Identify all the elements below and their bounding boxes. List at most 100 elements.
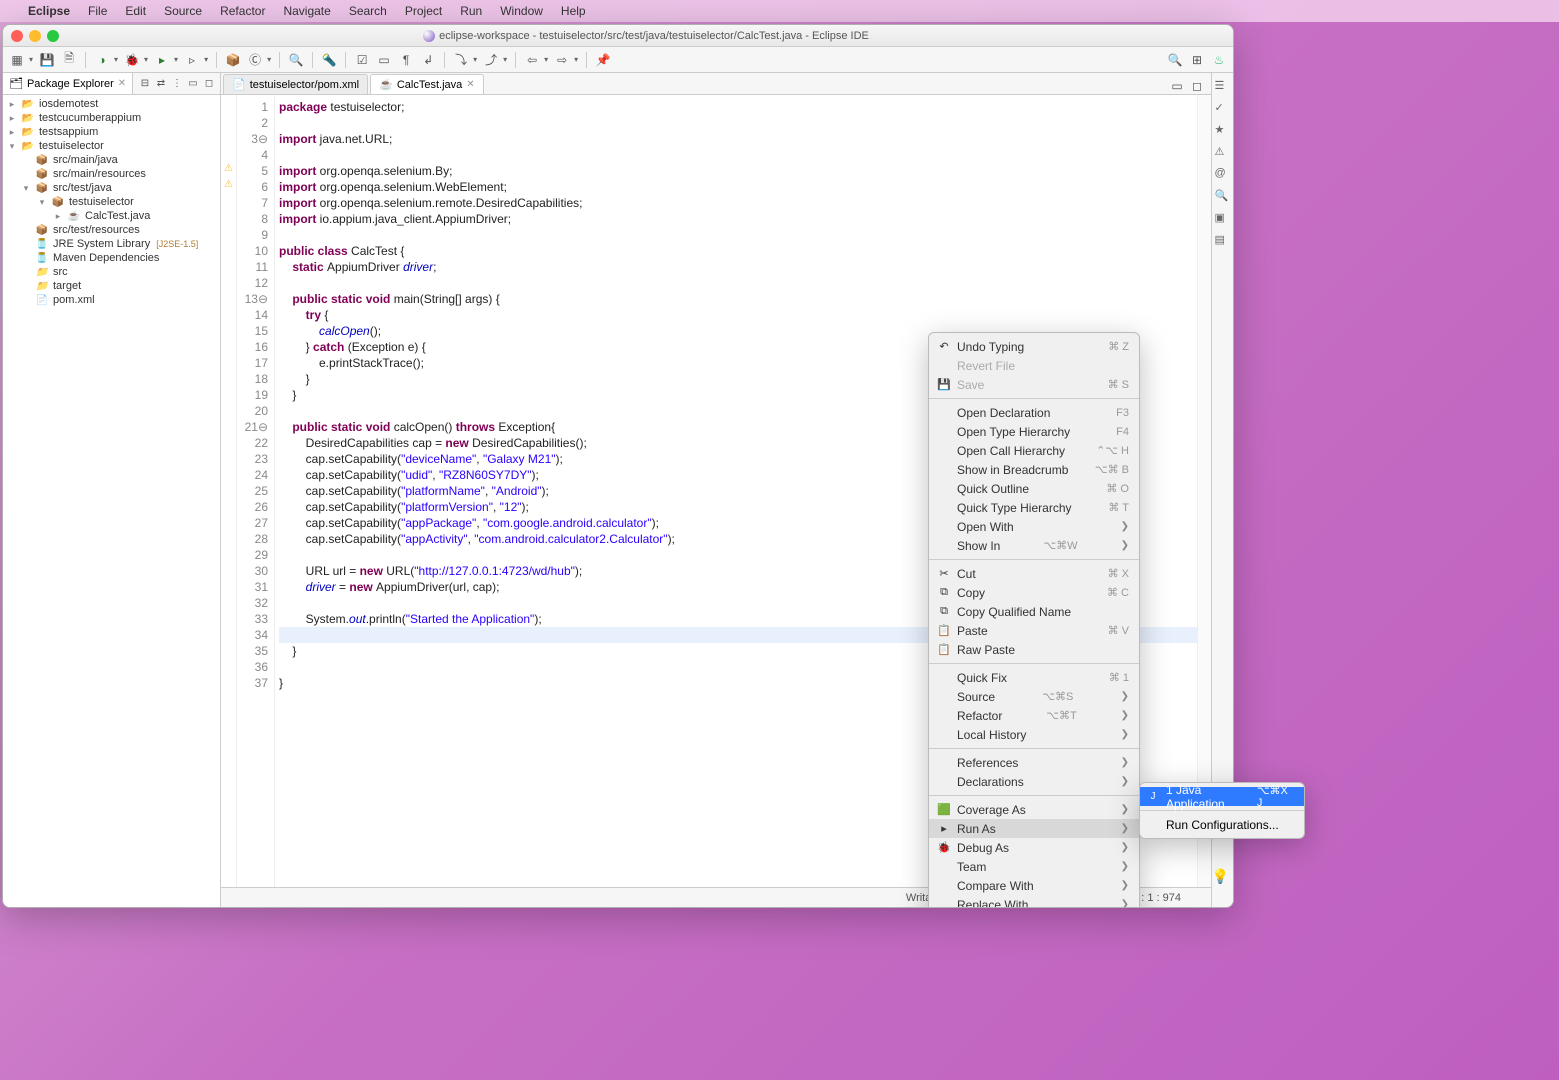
tree-item[interactable]: ▾📦testuiselector [3,195,220,209]
ctx-paste[interactable]: 📋Paste⌘ V [929,621,1139,640]
open-type-icon[interactable]: 🔍 [288,52,304,68]
ctx-source[interactable]: Source⌥⌘S ❯ [929,687,1139,706]
menu-search[interactable]: Search [349,4,387,18]
tree-item[interactable]: ▸📂testsappium [3,125,220,139]
save-all-icon[interactable]: 🗎 [61,52,77,68]
ctx-show-in[interactable]: Show In⌥⌘W ❯ [929,536,1139,555]
ctx-quick-type-hierarchy[interactable]: Quick Type Hierarchy⌘ T [929,498,1139,517]
new-icon[interactable]: ▦ [9,52,25,68]
terminal-icon[interactable]: ▤ [1215,233,1231,249]
new-class-icon[interactable]: Ⓒ [247,52,263,68]
submenu-run-configurations-[interactable]: Run Configurations... [1140,815,1304,834]
menu-run[interactable]: Run [460,4,482,18]
close-icon[interactable]: ✕ [466,79,474,90]
minimize-editor-icon[interactable]: ▭ [1169,78,1185,94]
ctx-compare-with[interactable]: Compare With❯ [929,876,1139,895]
tree-item[interactable]: 🫙Maven Dependencies [3,251,220,265]
save-icon[interactable]: 💾 [39,52,55,68]
java-perspective-icon[interactable]: ♨ [1211,52,1227,68]
declaration-icon[interactable]: 🔍 [1215,189,1231,205]
tree-item[interactable]: 📦src/main/resources [3,167,220,181]
ctx-copy-qualified-name[interactable]: ⧉Copy Qualified Name [929,602,1139,621]
ctx-declarations[interactable]: Declarations❯ [929,772,1139,791]
ctx-run-as[interactable]: ▸Run As❯ [929,819,1139,838]
debug-icon[interactable]: 🐞 [124,52,140,68]
tree-item[interactable]: 📁target [3,279,220,293]
ctx-show-in-breadcrumb[interactable]: Show in Breadcrumb⌥⌘ B [929,460,1139,479]
javadoc-icon[interactable]: @ [1215,167,1231,183]
open-perspective-icon[interactable]: ⊞ [1189,52,1205,68]
ctx-open-type-hierarchy[interactable]: Open Type HierarchyF4 [929,422,1139,441]
back-icon[interactable]: ⇦ [524,52,540,68]
ctx-debug-as[interactable]: 🐞Debug As❯ [929,838,1139,857]
pin-editor-icon[interactable]: 📌 [595,52,611,68]
minimize-window-button[interactable] [29,30,41,42]
submenu--java-application[interactable]: J1 Java Application⌥⌘X J [1140,787,1304,806]
tree-item[interactable]: 📄pom.xml [3,293,220,307]
search-icon[interactable]: 🔦 [321,52,337,68]
next-annotation-icon[interactable]: ⤵ [453,52,469,68]
console-icon[interactable]: ▣ [1215,211,1231,227]
bookmarks-icon[interactable]: ★ [1215,123,1231,139]
tree-item[interactable]: ▾📦src/test/java [3,181,220,195]
menu-source[interactable]: Source [164,4,202,18]
new-package-icon[interactable]: 📦 [225,52,241,68]
tree-item[interactable]: 🫙JRE System Library[J2SE-1.5] [3,237,220,251]
zoom-window-button[interactable] [47,30,59,42]
coverage-icon[interactable]: ◑ [94,52,110,68]
menu-refactor[interactable]: Refactor [220,4,265,18]
ctx-open-declaration[interactable]: Open DeclarationF3 [929,403,1139,422]
maximize-view-icon[interactable]: ◻ [202,77,216,91]
editor-context-menu[interactable]: ↶Undo Typing⌘ ZRevert File💾Save⌘ SOpen D… [928,332,1140,908]
quick-access-icon[interactable]: 🔍 [1167,52,1183,68]
menu-navigate[interactable]: Navigate [283,4,330,18]
tree-item[interactable]: ▾📂testuiselector [3,139,220,153]
tree-item[interactable]: ▸📂iosdemotest [3,97,220,111]
ctx-undo-typing[interactable]: ↶Undo Typing⌘ Z [929,337,1139,356]
ctx-cut[interactable]: ✂Cut⌘ X [929,564,1139,583]
prev-annotation-icon[interactable]: ⤴ [483,52,499,68]
ctx-quick-fix[interactable]: Quick Fix⌘ 1 [929,668,1139,687]
show-whitespace-icon[interactable]: ¶ [398,52,414,68]
collapse-all-icon[interactable]: ⊟ [138,77,152,91]
ctx-raw-paste[interactable]: 📋Raw Paste [929,640,1139,659]
ctx-replace-with[interactable]: Replace With❯ [929,895,1139,908]
tree-item[interactable]: 📁src [3,265,220,279]
project-tree[interactable]: ▸📂iosdemotest▸📂testcucumberappium▸📂tests… [3,95,220,907]
menu-project[interactable]: Project [405,4,442,18]
tip-icon[interactable]: 💡 [1212,868,1229,885]
package-explorer-tab[interactable]: 🗂 Package Explorer ✕ [3,73,133,94]
close-window-button[interactable] [11,30,23,42]
minimize-view-icon[interactable]: ▭ [186,77,200,91]
ctx-team[interactable]: Team❯ [929,857,1139,876]
menu-file[interactable]: File [88,4,107,18]
overview-ruler[interactable] [1197,95,1211,887]
menu-edit[interactable]: Edit [125,4,146,18]
app-name[interactable]: Eclipse [28,4,70,18]
menu-window[interactable]: Window [500,4,543,18]
forward-icon[interactable]: ⇨ [554,52,570,68]
ctx-open-with[interactable]: Open With❯ [929,517,1139,536]
editor-tab-pom[interactable]: 📄 testuiselector/pom.xml [223,74,368,94]
tree-item[interactable]: 📦src/main/java [3,153,220,167]
problems-icon[interactable]: ⚠ [1215,145,1231,161]
link-editor-icon[interactable]: ⇄ [154,77,168,91]
run-icon[interactable]: ▸ [154,52,170,68]
run-as-submenu[interactable]: J1 Java Application⌥⌘X J Run Configuratio… [1139,782,1305,839]
tree-item[interactable]: ▸📂testcucumberappium [3,111,220,125]
ctx-references[interactable]: References❯ [929,753,1139,772]
run-last-icon[interactable]: ▹ [184,52,200,68]
ctx-local-history[interactable]: Local History❯ [929,725,1139,744]
block-select-icon[interactable]: ▭ [376,52,392,68]
ctx-quick-outline[interactable]: Quick Outline⌘ O [929,479,1139,498]
menu-help[interactable]: Help [561,4,586,18]
ctx-coverage-as[interactable]: 🟩Coverage As❯ [929,800,1139,819]
ctx-open-call-hierarchy[interactable]: Open Call Hierarchy⌃⌥ H [929,441,1139,460]
editor-tab-calctest[interactable]: ☕ CalcTest.java ✕ [370,74,484,94]
tree-item[interactable]: 📦src/test/resources [3,223,220,237]
toggle-mark-icon[interactable]: ☑ [354,52,370,68]
outline-icon[interactable]: ☰ [1215,79,1231,95]
ctx-refactor[interactable]: Refactor⌥⌘T ❯ [929,706,1139,725]
ctx-copy[interactable]: ⧉Copy⌘ C [929,583,1139,602]
tree-item[interactable]: ▸☕CalcTest.java [3,209,220,223]
